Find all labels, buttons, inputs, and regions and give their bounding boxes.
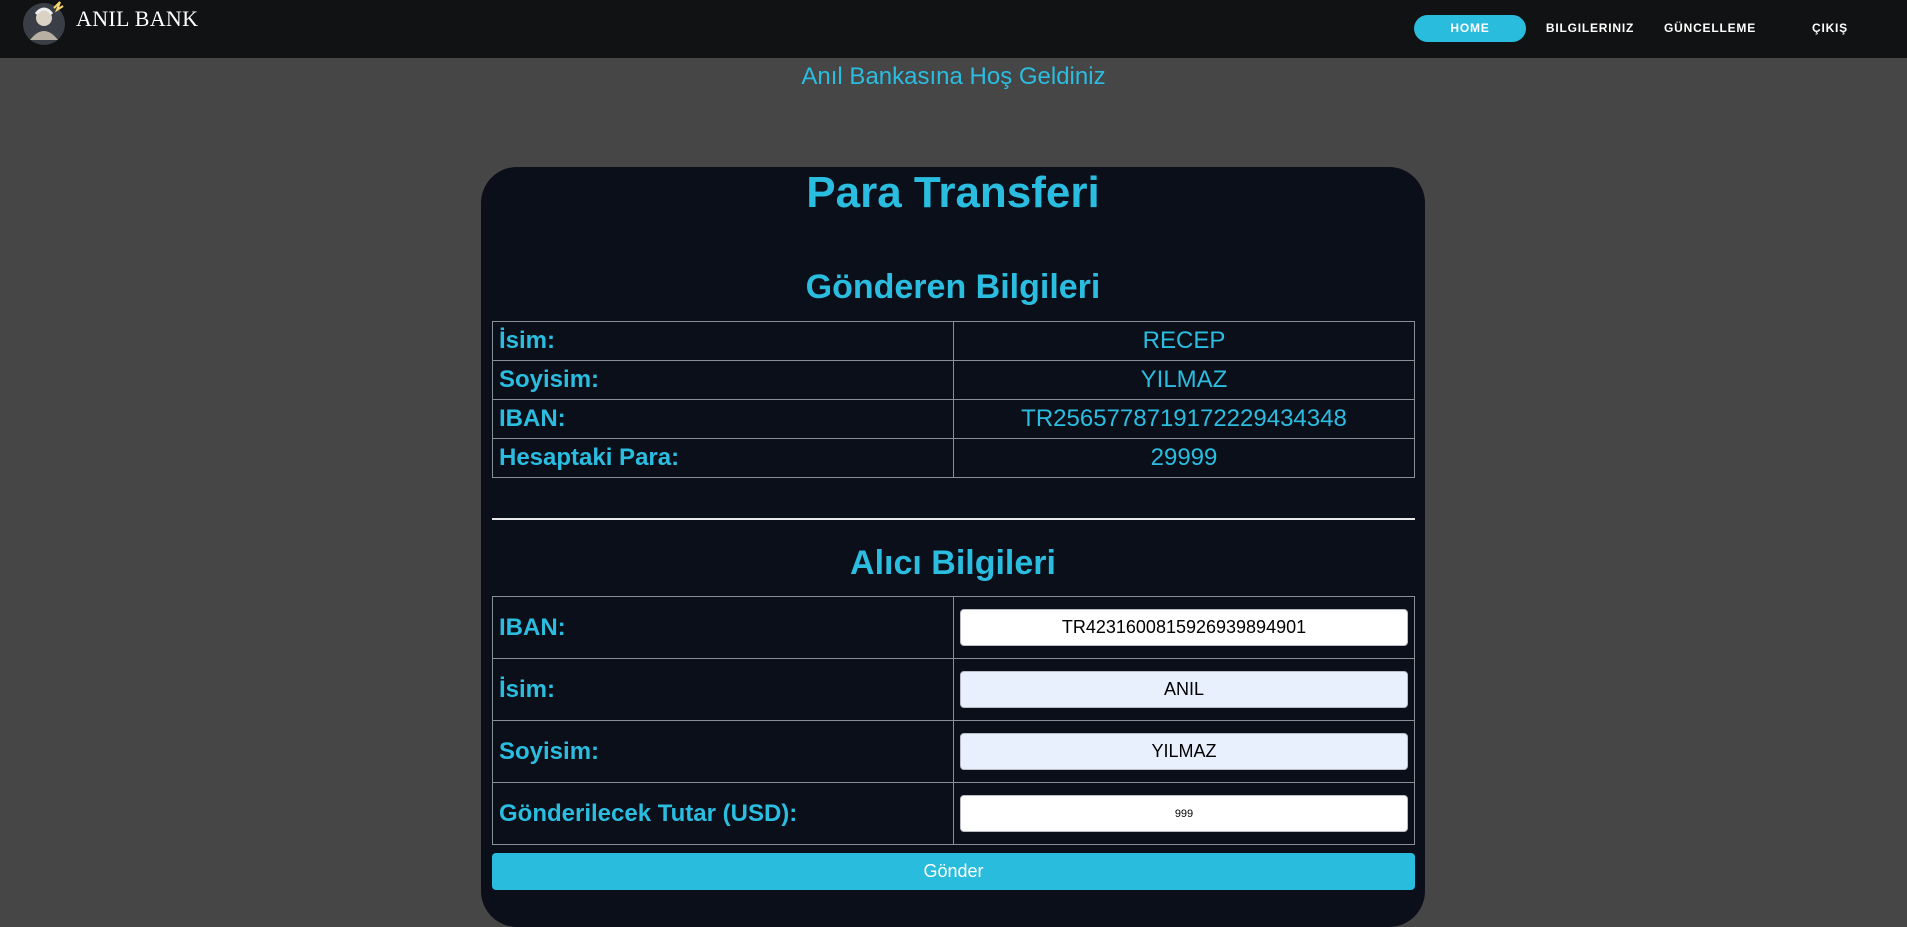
receiver-info-table: IBAN: İsim: Soyisim: Gönderilecek Tutar …	[492, 596, 1415, 845]
receiver-name-label: İsim:	[492, 658, 954, 721]
sender-section-title: Gönderen Bilgileri	[805, 268, 1101, 306]
sender-iban-label: IBAN:	[492, 399, 954, 439]
receiver-iban-label: IBAN:	[492, 596, 954, 659]
section-divider	[492, 518, 1415, 520]
amount-input[interactable]	[960, 795, 1408, 832]
table-row: Soyisim: YILMAZ	[492, 360, 1415, 400]
receiver-section-title: Alıcı Bilgileri	[850, 544, 1056, 582]
sender-surname-value: YILMAZ	[953, 360, 1415, 400]
table-row: Soyisim:	[492, 720, 1415, 783]
receiver-surname-input[interactable]	[960, 733, 1408, 770]
nav-guncelleme[interactable]: GÜNCELLEME	[1660, 15, 1760, 42]
welcome-message: Anıl Bankasına Hoş Geldiniz	[801, 63, 1106, 90]
sender-name-value: RECEP	[953, 321, 1415, 361]
sender-info-table: İsim: RECEP Soyisim: YILMAZ IBAN: TR2565…	[492, 321, 1415, 478]
receiver-name-input[interactable]	[960, 671, 1408, 708]
sender-iban-value: TR256577871917222943434​8	[953, 399, 1415, 439]
receiver-iban-input[interactable]	[960, 609, 1408, 646]
brand-name[interactable]: ANIL BANK	[76, 6, 198, 32]
sender-balance-value: 29999	[953, 438, 1415, 478]
table-row: İsim:	[492, 658, 1415, 721]
sender-name-label: İsim:	[492, 321, 954, 361]
sender-surname-label: Soyisim:	[492, 360, 954, 400]
nav-bilgileriniz[interactable]: BILGILERINIZ	[1540, 15, 1640, 42]
table-row: IBAN: TR256577871917222943434​8	[492, 399, 1415, 439]
zeus-logo-icon[interactable]	[20, 0, 68, 46]
page-title: Para Transferi	[806, 168, 1100, 217]
table-row: İsim: RECEP	[492, 321, 1415, 361]
sender-balance-label: Hesaptaki Para:	[492, 438, 954, 478]
send-button[interactable]: Gönder	[492, 853, 1415, 890]
receiver-surname-label: Soyisim:	[492, 720, 954, 783]
transfer-card: Para Transferi Gönderen Bilgileri İsim: …	[481, 167, 1425, 927]
nav-cikis[interactable]: ÇIKIŞ	[1780, 15, 1880, 42]
amount-label: Gönderilecek Tutar (USD):	[492, 782, 954, 845]
table-row: Gönderilecek Tutar (USD):	[492, 782, 1415, 845]
top-navbar: ANIL BANK HOME BILGILERINIZ GÜNCELLEME Ç…	[0, 0, 1907, 58]
table-row: Hesaptaki Para: 29999	[492, 438, 1415, 478]
nav-home[interactable]: HOME	[1414, 15, 1526, 42]
table-row: IBAN:	[492, 596, 1415, 659]
